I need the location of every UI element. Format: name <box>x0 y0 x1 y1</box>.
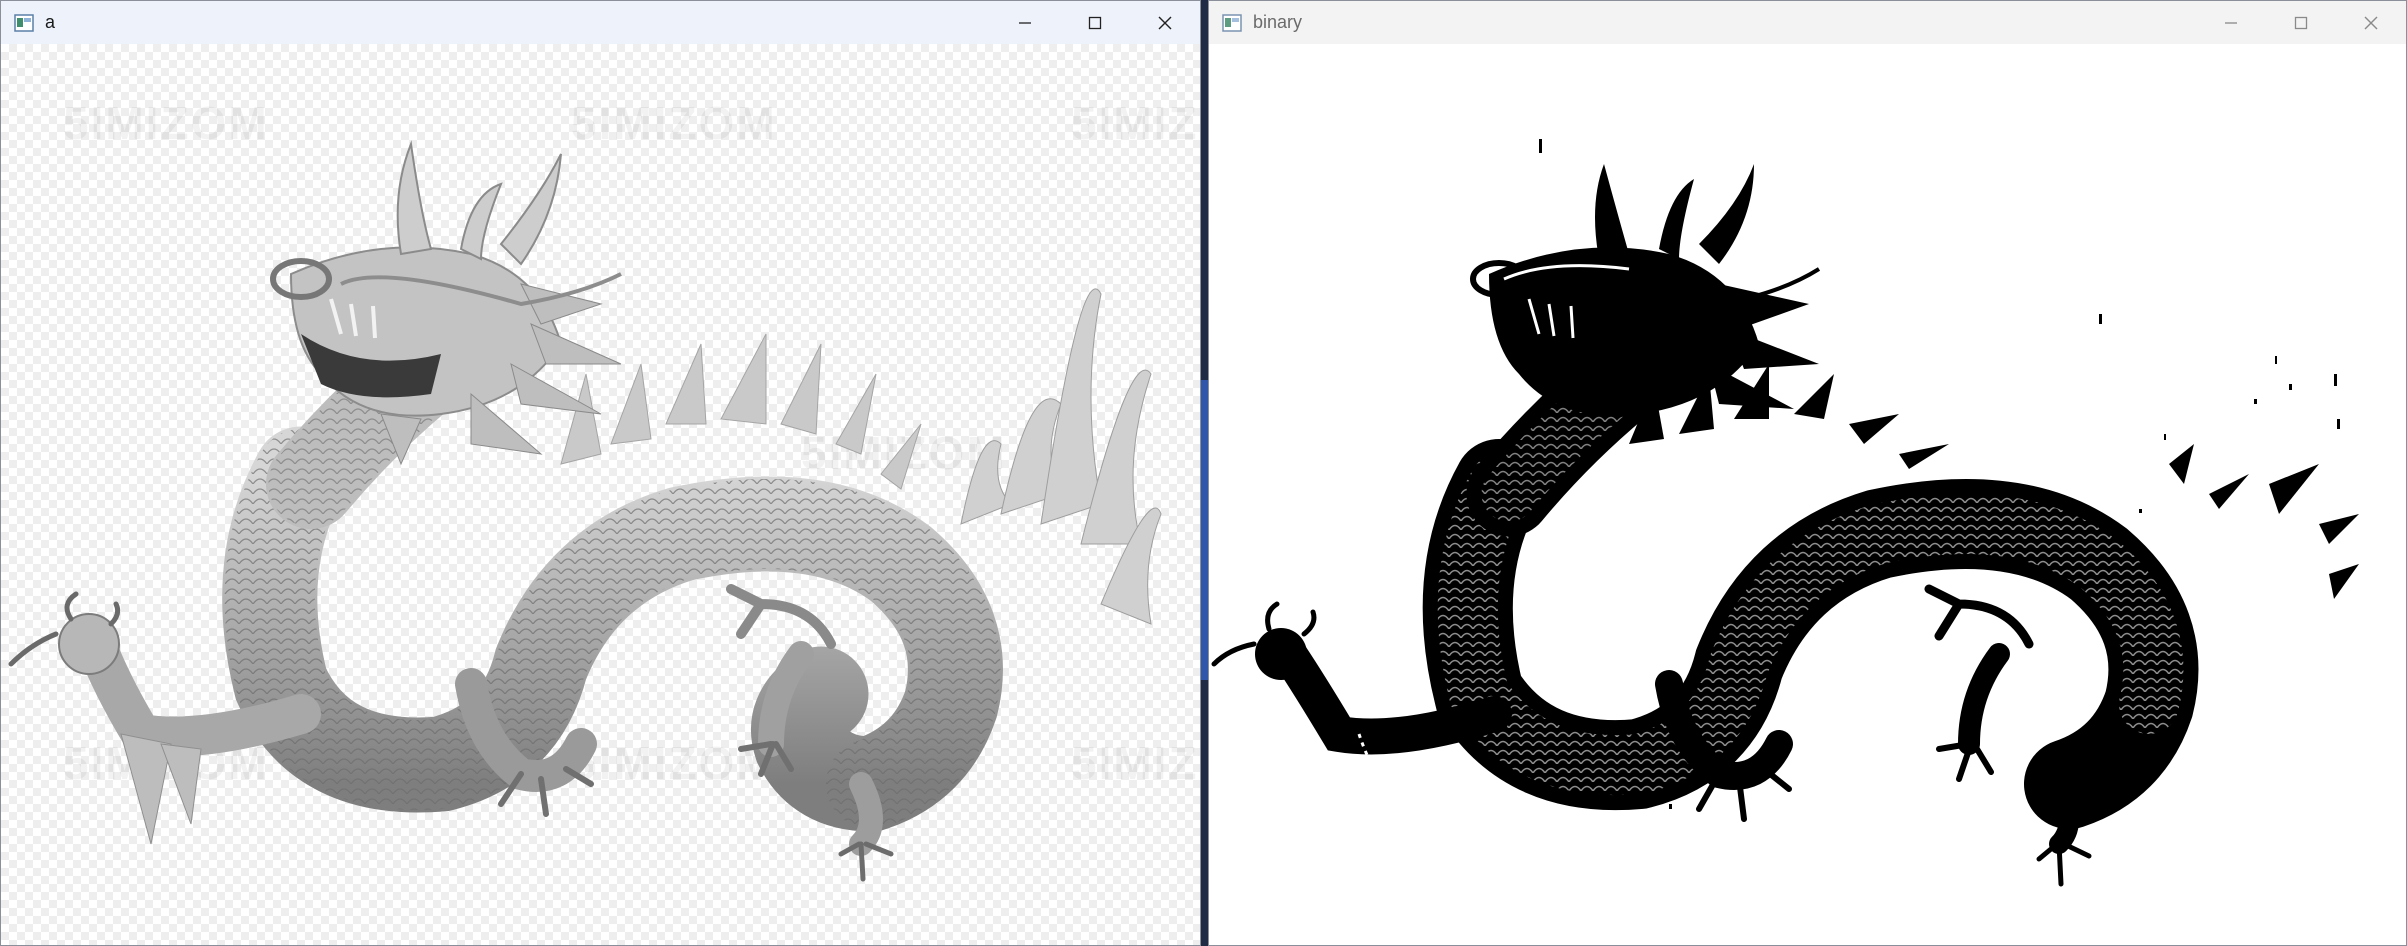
image-canvas: 5IMIZOM 5IMIZOM 5IMIZOM 5IMIZOM 5IMIZOM … <box>1 44 1200 945</box>
image-canvas <box>1209 44 2406 945</box>
close-icon <box>2364 16 2378 29</box>
close-button[interactable] <box>1130 1 1200 44</box>
title-bar[interactable]: binary <box>1209 1 2406 44</box>
minimize-button[interactable] <box>2196 1 2266 44</box>
dragon-binary-image <box>1211 139 2359 887</box>
title-bar[interactable]: a <box>1 1 1200 44</box>
window-title: a <box>45 12 56 32</box>
minimize-icon <box>2225 21 2237 24</box>
app-window-icon <box>13 12 35 34</box>
maximize-button[interactable] <box>2266 1 2336 44</box>
window-binary: binary <box>1208 0 2407 946</box>
maximize-icon <box>2294 16 2308 29</box>
caption-buttons <box>990 1 1200 44</box>
minimize-icon <box>1019 21 1031 24</box>
close-button[interactable] <box>2336 1 2406 44</box>
dragon-grayscale-image <box>8 140 1162 882</box>
app-window-icon <box>1221 12 1243 34</box>
caption-buttons <box>2196 1 2406 44</box>
minimize-button[interactable] <box>990 1 1060 44</box>
maximize-icon <box>1088 16 1102 29</box>
window-title: binary <box>1253 12 1303 32</box>
maximize-button[interactable] <box>1060 1 1130 44</box>
close-icon <box>1158 16 1172 29</box>
window-a: a 5IMIZOM 5IMIZOM 5IMIZOM 5IMIZOM 5IMIZO… <box>0 0 1201 946</box>
